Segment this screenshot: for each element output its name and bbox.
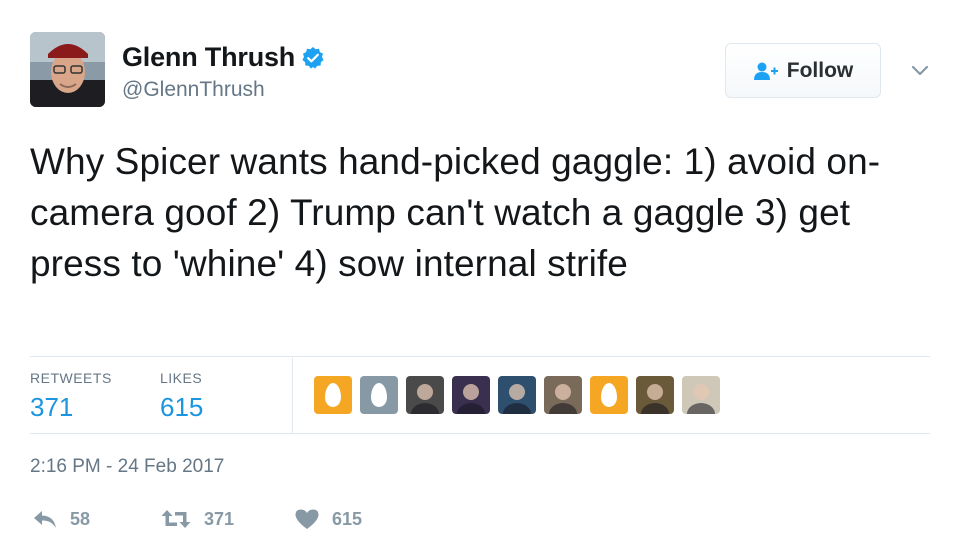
liker-avatar[interactable] <box>544 376 582 414</box>
likes-label: LIKES <box>160 370 203 386</box>
likers-avatar-list <box>314 376 728 414</box>
tweet-timestamp[interactable]: 2:16 PM - 24 Feb 2017 <box>30 456 224 478</box>
retweet-count: 371 <box>204 508 235 529</box>
liker-photo <box>549 384 577 414</box>
stats-top-divider <box>30 356 930 357</box>
like-action[interactable]: 615 <box>294 508 362 530</box>
reply-icon <box>34 511 56 528</box>
liker-avatar[interactable] <box>590 376 628 414</box>
follow-button-label: Follow <box>786 58 854 82</box>
reply-count: 58 <box>70 508 91 529</box>
retweet-icon <box>161 510 191 528</box>
stats-vertical-divider <box>292 358 293 434</box>
liker-photo <box>411 384 439 414</box>
liker-photo <box>687 384 715 414</box>
heart-icon <box>295 509 319 529</box>
default-egg-icon <box>325 383 341 407</box>
liker-avatar[interactable] <box>636 376 674 414</box>
default-egg-icon <box>371 383 387 407</box>
tweet-text: Why Spicer wants hand-picked gaggle: 1) … <box>30 141 881 284</box>
author-avatar[interactable] <box>30 32 105 107</box>
liker-photo <box>503 384 531 414</box>
retweets-stat[interactable]: RETWEETS 371 <box>30 370 112 423</box>
liker-avatar[interactable] <box>360 376 398 414</box>
liker-avatar[interactable] <box>452 376 490 414</box>
liker-avatar[interactable] <box>498 376 536 414</box>
default-egg-icon <box>601 383 617 407</box>
liker-photo <box>457 384 485 414</box>
retweets-value: 371 <box>30 392 74 422</box>
follow-user-icon <box>753 62 778 80</box>
author-name-row[interactable]: Glenn Thrush <box>122 42 325 73</box>
verified-badge-icon <box>302 46 324 69</box>
retweets-label: RETWEETS <box>30 370 112 386</box>
liker-avatar[interactable] <box>406 376 444 414</box>
reply-action[interactable]: 58 <box>32 508 90 530</box>
author-handle[interactable]: @GlennThrush <box>122 78 265 102</box>
liker-photo <box>641 384 669 414</box>
liker-avatar[interactable] <box>314 376 352 414</box>
retweet-action[interactable]: 371 <box>160 508 234 530</box>
chevron-down-icon[interactable] <box>908 58 932 82</box>
follow-button[interactable]: Follow <box>725 43 881 98</box>
likes-value: 615 <box>160 392 204 422</box>
like-count: 615 <box>332 508 363 529</box>
liker-avatar[interactable] <box>682 376 720 414</box>
likes-stat[interactable]: LIKES 615 <box>160 370 203 423</box>
author-display-name[interactable]: Glenn Thrush <box>122 42 295 73</box>
stats-bottom-divider <box>30 433 930 434</box>
avatar-image <box>30 32 105 107</box>
